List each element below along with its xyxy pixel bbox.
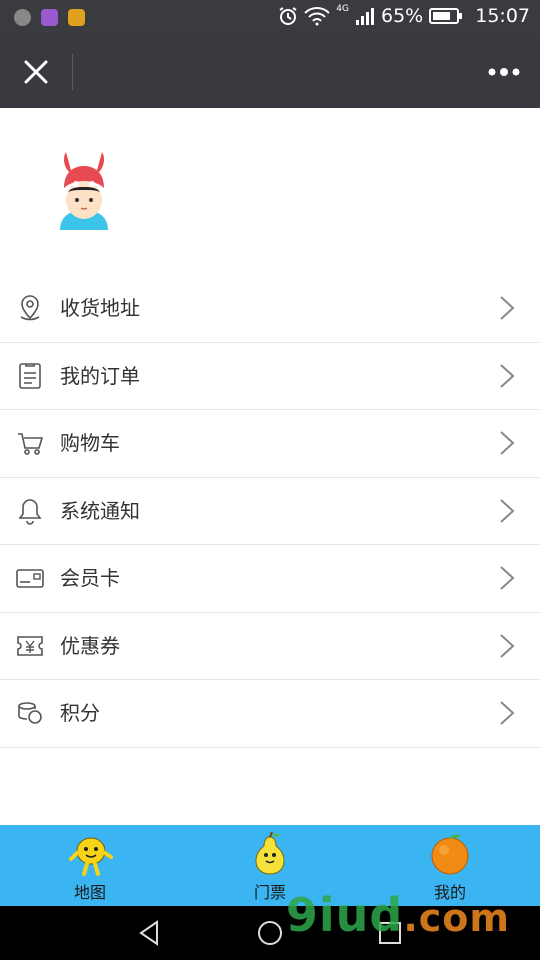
menu-item-membership[interactable]: 会员卡: [0, 545, 540, 613]
chevron-right-icon: [500, 431, 515, 455]
menu-item-label: 系统通知: [60, 498, 140, 523]
status-bar: 4G 65% 15:07: [0, 0, 540, 36]
signal-icon: [356, 8, 374, 25]
home-circle-icon[interactable]: [255, 918, 285, 948]
watermark: 9iud.com: [286, 888, 510, 942]
app-notification-icon: [14, 9, 31, 26]
status-right: 4G 65% 15:07: [278, 4, 530, 27]
chevron-right-icon: [500, 701, 515, 725]
battery-icon: [429, 8, 463, 24]
clock: 15:07: [475, 5, 530, 27]
menu-item-label: 会员卡: [60, 566, 120, 590]
menu-item-coupons[interactable]: 优惠券: [0, 613, 540, 680]
bell-icon: [18, 498, 42, 525]
menu-item-label: 收货地址: [60, 296, 140, 320]
cart-icon: [18, 433, 44, 455]
menu-list: 收货地址 我的订单 购物车 系统通知 会员卡 优惠券 积分: [0, 275, 540, 748]
app2-notification-icon: [68, 9, 85, 26]
chevron-right-icon: [500, 363, 515, 388]
wifi-icon: [304, 7, 331, 26]
tab-label: 门票: [253, 883, 286, 902]
chevron-right-icon: [500, 498, 515, 523]
menu-item-notifications[interactable]: 系统通知: [0, 478, 540, 545]
pear-mascot-icon: [255, 831, 285, 875]
menu-item-label: 优惠券: [60, 633, 120, 658]
menu-item-label: 我的订单: [60, 363, 140, 388]
menu-item-label: 购物车: [60, 431, 120, 455]
chevron-right-icon: [500, 296, 515, 320]
back-triangle-icon[interactable]: [135, 918, 165, 948]
tab-label: 地图: [73, 883, 106, 902]
menu-item-points[interactable]: 积分: [0, 680, 540, 748]
chevron-right-icon: [500, 633, 515, 658]
menu-item-address[interactable]: 收货地址: [0, 275, 540, 343]
more-dots-icon[interactable]: [486, 61, 522, 83]
title-bar: [0, 36, 540, 108]
menu-item-label: 积分: [60, 701, 100, 725]
title-divider: [72, 54, 73, 90]
watermark-suffix: .com: [403, 896, 510, 940]
notification-icons: [14, 9, 85, 26]
avatar[interactable]: [48, 150, 120, 240]
gallery-notification-icon: [41, 9, 58, 26]
order-list-icon: [19, 362, 41, 389]
card-icon: [16, 569, 44, 588]
network-type: 4G: [336, 4, 349, 14]
coupon-icon: [17, 635, 43, 656]
menu-item-orders[interactable]: 我的订单: [0, 343, 540, 410]
battery-percent: 65%: [381, 5, 424, 27]
lemon-mascot-icon: [69, 837, 113, 876]
alarm-icon: [279, 7, 297, 25]
orange-icon: [431, 834, 469, 875]
close-icon[interactable]: [18, 54, 54, 90]
menu-item-cart[interactable]: 购物车: [0, 410, 540, 478]
watermark-text: 9iud: [285, 888, 404, 942]
chevron-right-icon: [500, 566, 515, 590]
coins-icon: [18, 702, 42, 724]
location-pin-icon: [20, 295, 40, 321]
tab-map[interactable]: 地图: [0, 825, 180, 906]
